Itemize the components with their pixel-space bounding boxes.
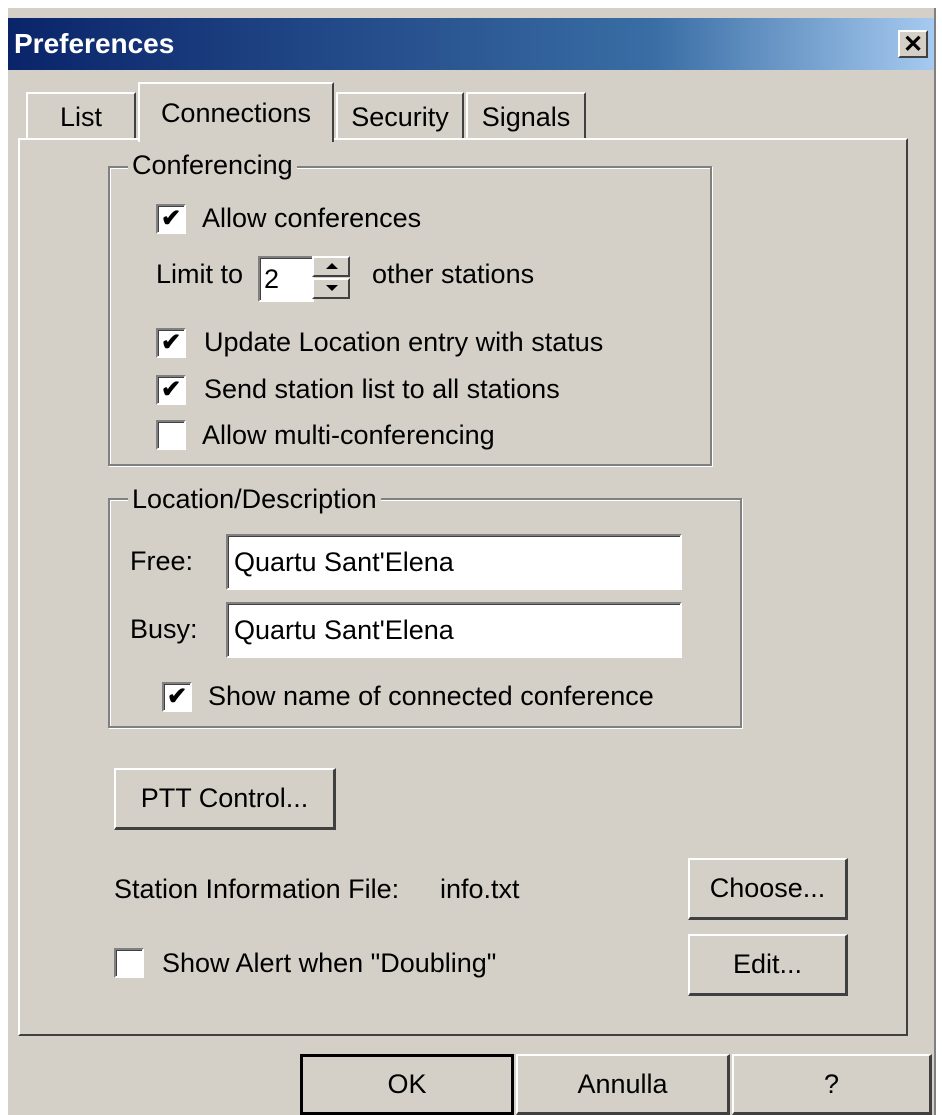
location-group-title: Location/Description <box>128 484 381 515</box>
tab-list-label: List <box>59 101 103 132</box>
cancel-button[interactable]: Annulla <box>516 1054 730 1115</box>
connections-panel <box>18 138 908 1036</box>
conferencing-group-title: Conferencing <box>128 150 297 181</box>
tab-list[interactable]: List <box>26 92 136 140</box>
ok-button[interactable]: OK <box>300 1054 514 1115</box>
close-button[interactable]: ✕ <box>898 30 928 58</box>
tab-connections[interactable]: Connections <box>138 82 334 142</box>
tab-signals-label: Signals <box>481 101 571 132</box>
title-bar[interactable]: Preferences ✕ <box>8 18 934 70</box>
window-title: Preferences <box>14 28 175 59</box>
tab-signals[interactable]: Signals <box>466 92 586 140</box>
help-button[interactable]: ? <box>732 1054 932 1115</box>
close-icon: ✕ <box>902 30 924 58</box>
tab-security[interactable]: Security <box>336 92 464 140</box>
tab-security-label: Security <box>351 101 449 132</box>
tab-connections-label: Connections <box>160 97 312 128</box>
